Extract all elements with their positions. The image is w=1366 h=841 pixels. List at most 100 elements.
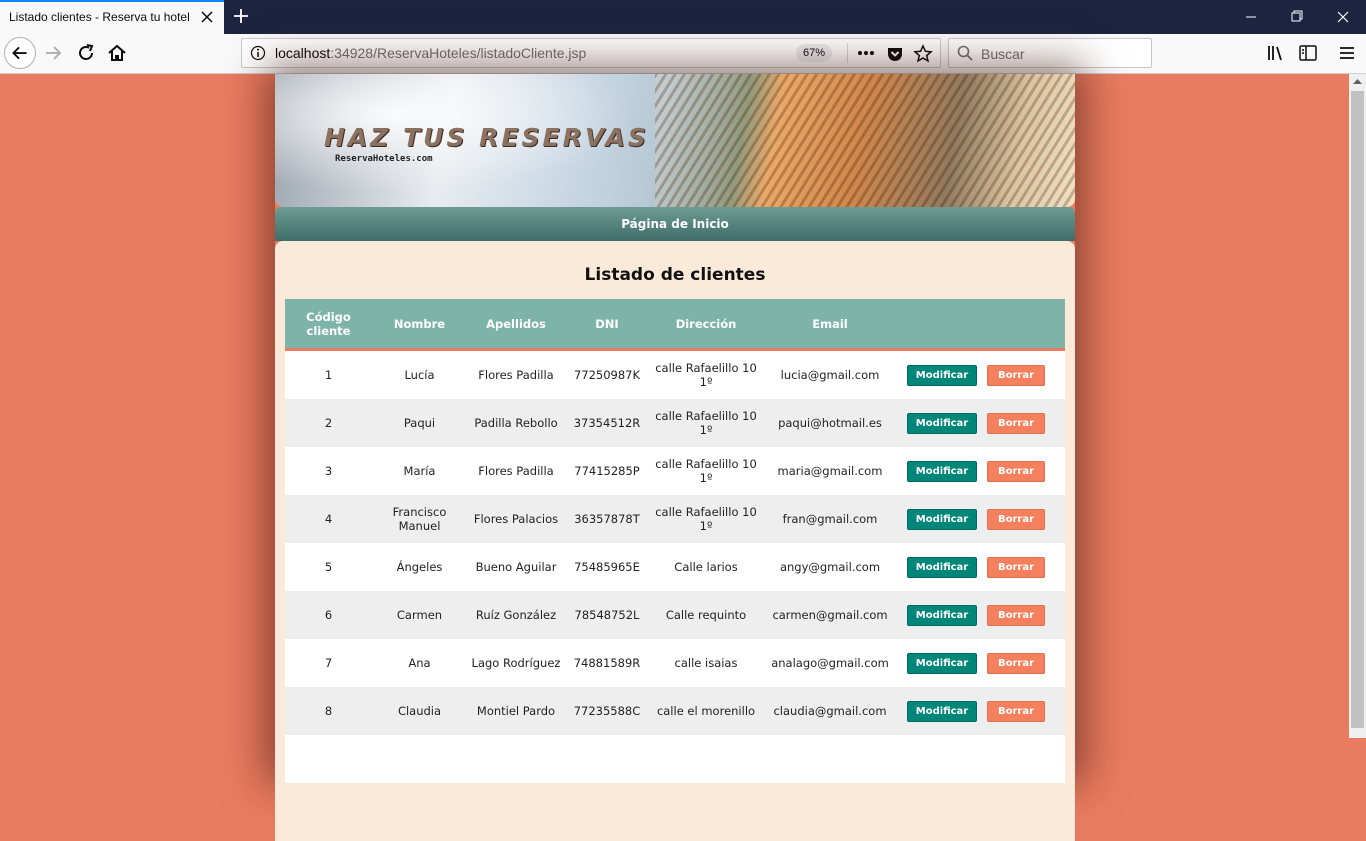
cell-surname: Flores Padilla [478, 368, 554, 382]
hamburger-menu-icon[interactable] [1337, 43, 1357, 63]
table-row: 3 María Flores Padilla 77415285P calle R… [285, 447, 1065, 495]
cell-dni: 78548752L [574, 608, 640, 622]
column-header-dni: DNI [595, 316, 619, 331]
cell-address: calle el morenillo [656, 704, 756, 718]
delete-button[interactable]: Borrar [987, 413, 1045, 434]
close-tab-icon[interactable] [199, 9, 215, 25]
table-row [285, 735, 1065, 783]
home-link[interactable]: Página de Inicio [275, 207, 1075, 241]
cell-code: 7 [324, 656, 333, 670]
column-header-address: Dirección [675, 316, 737, 331]
table-header: Código cliente Nombre Apellidos DNI Dire… [285, 299, 1065, 351]
cell-address: calle Rafaelillo 10 1º [655, 361, 757, 389]
delete-button[interactable]: Borrar [987, 509, 1045, 530]
bookmark-star-icon[interactable] [913, 44, 933, 64]
back-icon[interactable] [4, 37, 36, 69]
cell-email: angy@gmail.com [779, 560, 881, 574]
cell-email: lucia@gmail.com [780, 368, 880, 382]
close-window-icon[interactable] [1320, 0, 1366, 34]
table-row: 8 Claudia Montiel Pardo 77235588C calle … [285, 687, 1065, 735]
modify-button[interactable]: Modificar [907, 557, 977, 578]
new-tab-icon[interactable] [232, 7, 250, 25]
search-bar[interactable]: Buscar [948, 38, 1152, 68]
column-header-code: Código cliente [306, 309, 351, 338]
delete-button[interactable]: Borrar [987, 653, 1045, 674]
cell-name: Paqui [403, 416, 436, 430]
scrollbar-thumb[interactable] [1351, 91, 1364, 728]
table-row: 6 Carmen Ruíz González 78548752L Calle r… [285, 591, 1065, 639]
scroll-up-arrow-icon[interactable] [1349, 74, 1366, 90]
table-row: 1 Lucía Flores Padilla 77250987K calle R… [285, 351, 1065, 399]
library-icon[interactable] [1266, 43, 1286, 63]
delete-button[interactable]: Borrar [987, 461, 1045, 482]
cell-surname: Montiel Pardo [476, 704, 556, 718]
cell-code: 3 [324, 464, 333, 478]
cell-name: Ana [408, 656, 431, 670]
cell-name: Carmen [396, 608, 443, 622]
delete-button[interactable]: Borrar [987, 701, 1045, 722]
banner-subtitle: ReservaHoteles.com [335, 154, 433, 164]
navigation-toolbar: localhost:34928/ReservaHoteles/listadoCl… [0, 34, 1366, 74]
modify-button[interactable]: Modificar [907, 653, 977, 674]
cell-code: 8 [324, 704, 333, 718]
cell-surname: Ruíz González [475, 608, 557, 622]
info-icon[interactable] [250, 45, 266, 61]
title-bar: Listado clientes - Reserva tu hotel [0, 0, 1366, 34]
cell-surname: Lago Rodríguez [471, 656, 561, 670]
modify-button[interactable]: Modificar [907, 461, 977, 482]
vertical-scrollbar[interactable] [1349, 74, 1366, 738]
column-header-email: Email [812, 316, 848, 331]
modify-button[interactable]: Modificar [907, 365, 977, 386]
cell-dni: 77250987K [573, 368, 641, 382]
cell-email: claudia@gmail.com [773, 704, 887, 718]
cell-name: María [403, 464, 436, 478]
cell-code: 6 [324, 608, 333, 622]
url-divider [847, 43, 848, 63]
cell-name: Ángeles [396, 560, 443, 574]
cell-surname: Flores Padilla [478, 464, 554, 478]
table-row: 2 Paqui Padilla Rebollo 37354512R calle … [285, 399, 1065, 447]
cell-surname: Bueno Aguilar [475, 560, 557, 574]
url-text[interactable]: localhost:34928/ReservaHoteles/listadoCl… [275, 45, 586, 61]
cell-code: 4 [324, 512, 333, 526]
page-actions-icon[interactable] [856, 45, 876, 61]
cell-dni: 74881589R [573, 656, 641, 670]
modify-button[interactable]: Modificar [907, 509, 977, 530]
cell-address: calle Rafaelillo 10 1º [655, 457, 757, 485]
table-row: 7 Ana Lago Rodríguez 74881589R calle isa… [285, 639, 1065, 687]
url-host: localhost [275, 45, 331, 61]
modify-button[interactable]: Modificar [907, 605, 977, 626]
restore-icon[interactable] [1274, 0, 1320, 34]
minimize-icon[interactable] [1228, 0, 1274, 34]
cell-address: calle isaias [674, 656, 738, 670]
pocket-icon[interactable] [886, 45, 904, 63]
reload-icon[interactable] [70, 37, 102, 69]
modify-button[interactable]: Modificar [907, 701, 977, 722]
table-row: 4 Francisco Manuel Flores Palacios 36357… [285, 495, 1065, 543]
browser-tab[interactable]: Listado clientes - Reserva tu hotel [0, 0, 224, 34]
delete-button[interactable]: Borrar [987, 365, 1045, 386]
cell-dni: 75485965E [574, 560, 640, 574]
banner-title: HAZ TUS RESERVAS [324, 123, 649, 152]
cell-surname: Padilla Rebollo [474, 416, 558, 430]
sidebar-icon[interactable] [1298, 43, 1318, 63]
cell-email: carmen@gmail.com [772, 608, 888, 622]
table-row: 5 Ángeles Bueno Aguilar 75485965E Calle … [285, 543, 1065, 591]
url-bar[interactable]: localhost:34928/ReservaHoteles/listadoCl… [241, 38, 941, 68]
url-path: :34928/ReservaHoteles/listadoCliente.jsp [330, 45, 587, 61]
page-container: HAZ TUS RESERVAS ReservaHoteles.com Pági… [275, 74, 1075, 841]
main-content: Listado de clientes Código cliente Nombr… [275, 241, 1075, 841]
search-placeholder: Buscar [981, 46, 1025, 62]
header-banner: HAZ TUS RESERVAS ReservaHoteles.com [275, 74, 1075, 207]
home-icon[interactable] [101, 37, 133, 69]
forward-icon[interactable] [38, 37, 70, 69]
delete-button[interactable]: Borrar [987, 557, 1045, 578]
delete-button[interactable]: Borrar [987, 605, 1045, 626]
cell-code: 1 [324, 368, 333, 382]
cell-surname: Flores Palacios [473, 512, 559, 526]
cell-email: maria@gmail.com [777, 464, 883, 478]
cell-address: Calle requinto [665, 608, 747, 622]
modify-button[interactable]: Modificar [907, 413, 977, 434]
zoom-indicator[interactable]: 67% [796, 44, 832, 62]
cell-name: Lucía [404, 368, 435, 382]
